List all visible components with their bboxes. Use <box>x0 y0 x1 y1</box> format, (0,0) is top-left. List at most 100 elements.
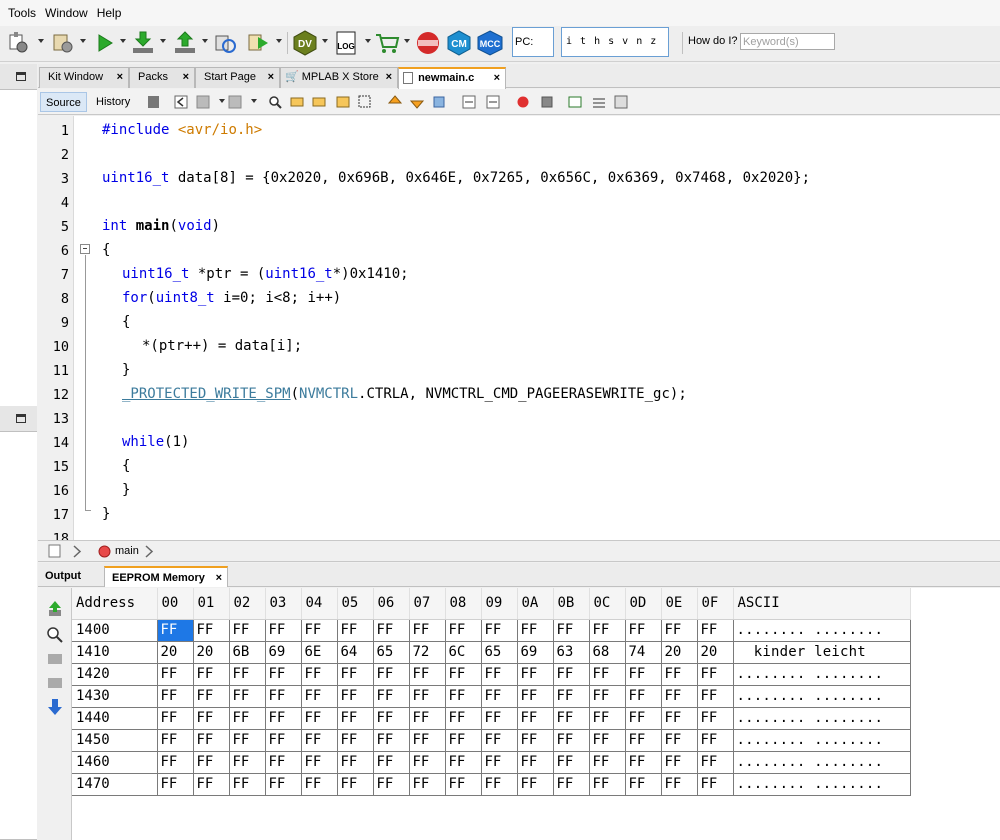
memory-byte-cell[interactable]: FF <box>156 618 194 642</box>
memory-byte-cell[interactable]: FF <box>228 618 266 642</box>
format-icon[interactable] <box>614 95 629 109</box>
build-config-icon[interactable] <box>50 30 76 56</box>
memory-byte-cell[interactable]: FF <box>192 706 230 730</box>
build-config-dropdown-icon[interactable] <box>80 39 86 43</box>
memory-byte-cell[interactable]: 63 <box>552 640 590 664</box>
memory-byte-cell[interactable]: FF <box>444 728 482 752</box>
memory-byte-cell[interactable]: FF <box>624 662 662 686</box>
memory-byte-cell[interactable]: FF <box>336 662 374 686</box>
memory-byte-cell[interactable]: FF <box>696 728 734 752</box>
memory-byte-cell[interactable]: FF <box>624 706 662 730</box>
memory-byte-cell[interactable]: 20 <box>192 640 230 664</box>
memory-byte-cell[interactable]: FF <box>552 684 590 708</box>
memory-byte-cell[interactable]: FF <box>336 684 374 708</box>
memory-byte-cell[interactable]: FF <box>300 662 338 686</box>
close-icon[interactable]: × <box>268 68 274 87</box>
nav-dropdown-icon[interactable] <box>251 99 257 103</box>
stop-macro-recording-icon[interactable] <box>540 95 555 109</box>
toggle-highlight-icon[interactable] <box>336 95 351 109</box>
previous-bookmark-icon[interactable] <box>388 95 403 109</box>
memory-byte-cell[interactable]: FF <box>336 728 374 752</box>
code-configurator-cm-icon[interactable]: CM <box>446 30 472 56</box>
project-properties-dropdown-icon[interactable] <box>38 39 44 43</box>
memory-byte-cell[interactable]: FF <box>480 662 518 686</box>
tab-kit-window[interactable]: Kit Window × <box>39 67 129 88</box>
memory-byte-cell[interactable]: FF <box>660 706 698 730</box>
memory-byte-cell[interactable]: 65 <box>372 640 410 664</box>
memory-byte-cell[interactable]: FF <box>588 618 626 642</box>
memory-byte-cell[interactable]: 69 <box>516 640 554 664</box>
breadcrumb-function[interactable]: main <box>115 545 139 557</box>
shift-left-icon[interactable] <box>462 95 477 109</box>
memory-byte-cell[interactable]: FF <box>372 684 410 708</box>
close-icon[interactable]: × <box>386 68 392 87</box>
tab-start-page[interactable]: Start Page × <box>195 67 280 88</box>
memory-byte-cell[interactable]: FF <box>192 728 230 752</box>
forward-icon[interactable] <box>196 95 211 109</box>
memory-byte-cell[interactable]: FF <box>588 684 626 708</box>
minimize-icon[interactable] <box>16 72 26 81</box>
memory-byte-cell[interactable]: FF <box>624 772 662 796</box>
memory-byte-cell[interactable]: FF <box>264 662 302 686</box>
memory-byte-cell[interactable]: FF <box>624 728 662 752</box>
memory-byte-cell[interactable]: FF <box>444 662 482 686</box>
memory-byte-cell[interactable]: 65 <box>480 640 518 664</box>
memory-byte-cell[interactable]: FF <box>264 772 302 796</box>
read-device-icon[interactable] <box>172 30 200 56</box>
memory-byte-cell[interactable]: FF <box>336 750 374 774</box>
memory-byte-cell[interactable]: FF <box>660 750 698 774</box>
run-dropdown-icon[interactable] <box>120 39 126 43</box>
menu-help[interactable]: Help <box>97 6 122 20</box>
memory-byte-cell[interactable]: 20 <box>696 640 734 664</box>
keyword-search-input[interactable] <box>740 33 835 50</box>
memory-byte-cell[interactable]: FF <box>372 618 410 642</box>
memory-byte-cell[interactable]: FF <box>228 772 266 796</box>
memory-byte-cell[interactable]: FF <box>228 706 266 730</box>
memory-byte-cell[interactable]: 20 <box>660 640 698 664</box>
memory-byte-cell[interactable]: FF <box>552 750 590 774</box>
find-next-icon[interactable] <box>312 95 327 109</box>
memory-byte-cell[interactable]: FF <box>588 750 626 774</box>
memory-byte-cell[interactable]: FF <box>156 728 194 752</box>
memory-byte-cell[interactable]: FF <box>516 772 554 796</box>
memory-byte-cell[interactable]: FF <box>408 728 446 752</box>
project-properties-icon[interactable] <box>4 30 34 56</box>
memory-byte-cell[interactable]: FF <box>264 750 302 774</box>
memory-byte-cell[interactable]: FF <box>516 684 554 708</box>
memory-byte-cell[interactable]: FF <box>408 772 446 796</box>
shift-right-icon[interactable] <box>486 95 501 109</box>
memory-byte-cell[interactable]: FF <box>336 618 374 642</box>
memory-byte-cell[interactable]: FF <box>516 728 554 752</box>
close-icon[interactable]: × <box>494 69 500 88</box>
data-visualizer-icon[interactable]: DV <box>292 30 318 56</box>
memory-byte-cell[interactable]: FF <box>156 662 194 686</box>
memory-byte-cell[interactable]: FF <box>552 662 590 686</box>
memory-byte-cell[interactable]: FF <box>264 706 302 730</box>
tab-output[interactable]: Output <box>38 566 102 587</box>
minimize-icon-2[interactable] <box>16 414 26 423</box>
memory-byte-cell[interactable]: FF <box>696 772 734 796</box>
memory-byte-cell[interactable]: FF <box>264 728 302 752</box>
memory-byte-cell[interactable]: FF <box>228 750 266 774</box>
menu-tools[interactable]: Tools <box>8 6 36 20</box>
memory-search-icon[interactable] <box>46 626 64 644</box>
memory-byte-cell[interactable]: FF <box>516 750 554 774</box>
memory-byte-cell[interactable]: FF <box>372 728 410 752</box>
memory-byte-cell[interactable]: FF <box>480 706 518 730</box>
harmony-icon[interactable] <box>414 30 442 56</box>
memory-byte-cell[interactable]: FF <box>480 750 518 774</box>
memory-byte-cell[interactable]: 6C <box>444 640 482 664</box>
memory-byte-cell[interactable]: FF <box>156 750 194 774</box>
memory-byte-cell[interactable]: FF <box>372 750 410 774</box>
history-tab[interactable]: History <box>91 92 135 112</box>
read-device-dropdown-icon[interactable] <box>202 39 208 43</box>
make-program-icon[interactable] <box>130 30 158 56</box>
fold-toggle-icon[interactable] <box>80 244 90 254</box>
last-edit-icon[interactable] <box>146 95 161 109</box>
find-icon[interactable] <box>268 95 283 109</box>
memory-byte-cell[interactable]: FF <box>696 750 734 774</box>
memory-goto-icon[interactable] <box>46 650 64 668</box>
memory-byte-cell[interactable]: FF <box>660 684 698 708</box>
memory-byte-cell[interactable]: FF <box>408 618 446 642</box>
close-icon[interactable]: × <box>216 568 222 588</box>
